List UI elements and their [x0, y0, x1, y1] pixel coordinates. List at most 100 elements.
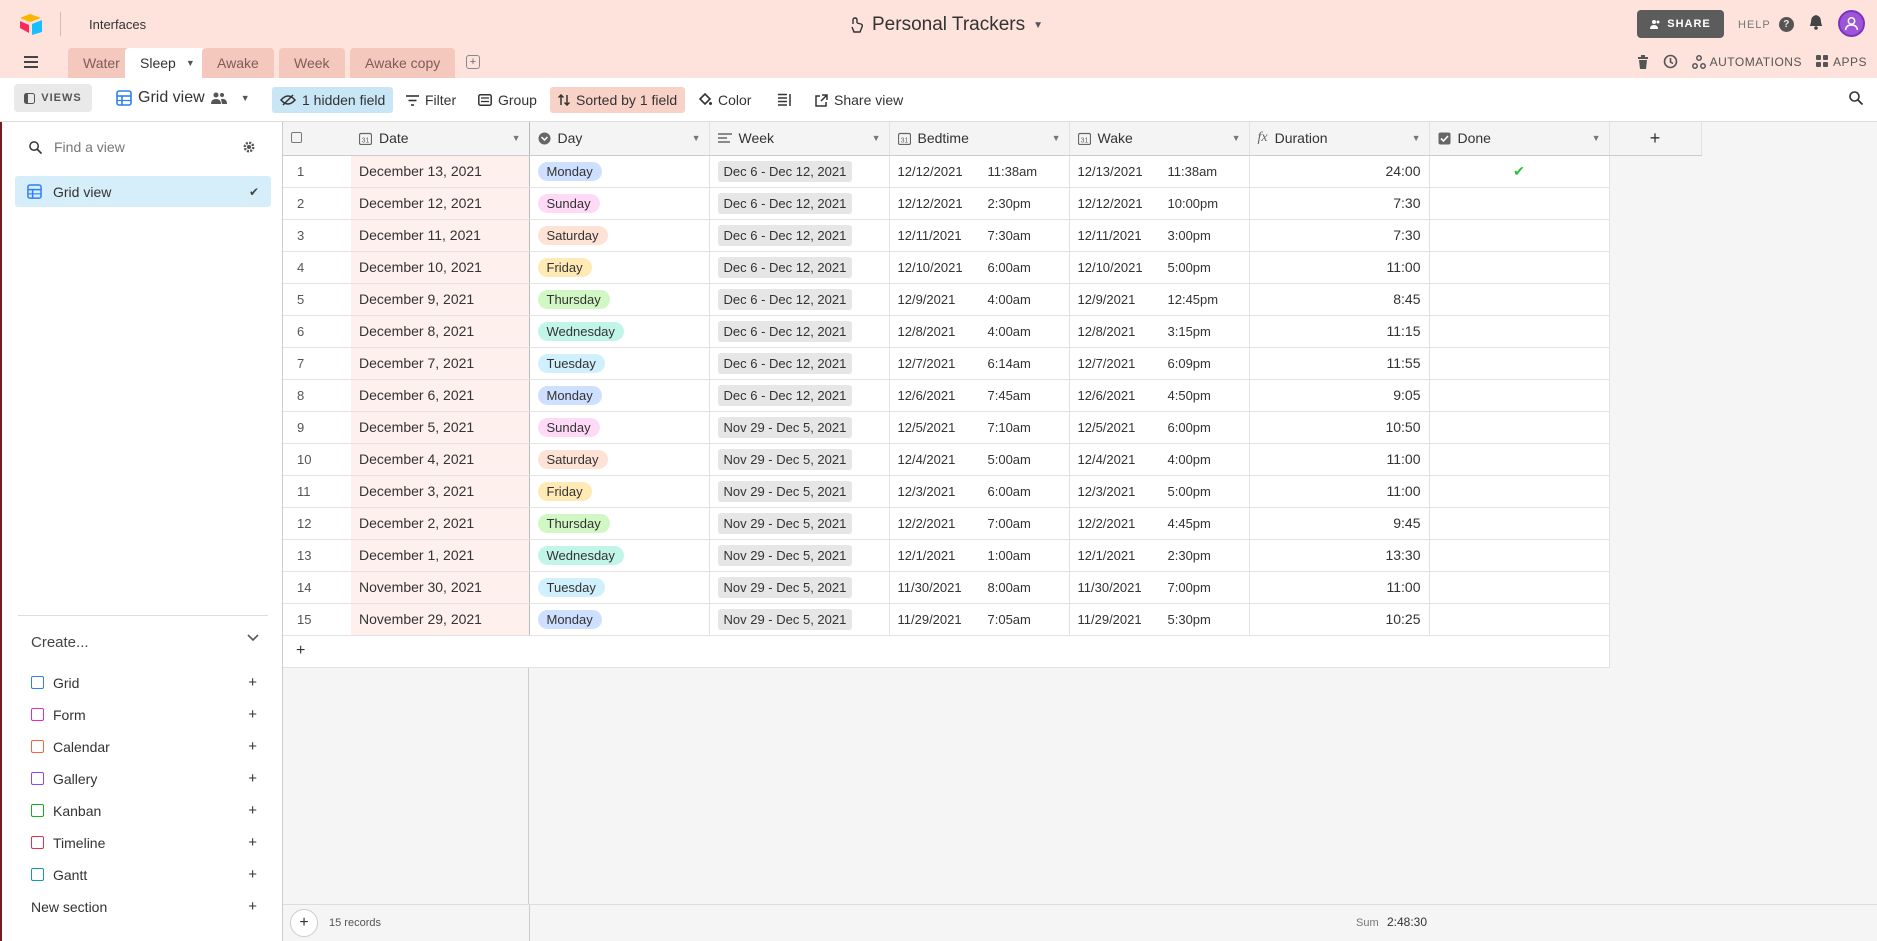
cell-bedtime[interactable]: 12/4/2021 5:00am	[889, 443, 1070, 476]
cell-bedtime[interactable]: 12/3/2021 6:00am	[889, 475, 1070, 508]
table-row[interactable]: 3 December 11, 2021 Saturday Dec 6 - Dec 12…	[283, 219, 1701, 252]
cell-duration[interactable]: 7:30	[1249, 219, 1430, 252]
chevron-down-icon[interactable]: ▼	[186, 58, 195, 68]
add-row-button[interactable]: +	[283, 635, 1610, 668]
cell-done[interactable]	[1429, 571, 1610, 604]
cell-day[interactable]: Monday	[529, 603, 710, 636]
cell-week[interactable]: Dec 6 - Dec 12, 2021	[709, 155, 890, 188]
automations-button[interactable]: AUTOMATIONS	[1691, 55, 1802, 69]
cell-bedtime[interactable]: 12/7/2021 6:14am	[889, 347, 1070, 380]
table-row[interactable]: 5 December 9, 2021 Thursday Dec 6 - Dec 12,…	[283, 283, 1701, 316]
cell-week[interactable]: Nov 29 - Dec 5, 2021	[709, 443, 890, 476]
sort-button[interactable]: Sorted by 1 field	[550, 87, 686, 113]
cell-wake[interactable]: 12/9/2021 12:45pm	[1069, 283, 1250, 316]
cell-date[interactable]: December 7, 2021	[351, 347, 530, 380]
create-form[interactable]: Form +	[31, 706, 257, 723]
cell-duration[interactable]: 8:45	[1249, 283, 1430, 316]
cell-wake[interactable]: 11/29/2021 5:30pm	[1069, 603, 1250, 636]
cell-wake[interactable]: 12/10/2021 5:00pm	[1069, 251, 1250, 284]
cell-bedtime[interactable]: 12/12/2021 2:30pm	[889, 187, 1070, 220]
column-header-wake[interactable]: 31 Wake ▼	[1069, 122, 1250, 156]
bell-icon[interactable]	[1808, 14, 1824, 30]
cell-duration[interactable]: 9:05	[1249, 379, 1430, 412]
cell-done[interactable]	[1429, 283, 1610, 316]
cell-duration[interactable]: 11:15	[1249, 315, 1430, 348]
cell-wake[interactable]: 12/6/2021 4:50pm	[1069, 379, 1250, 412]
add-field-button[interactable]: +	[1609, 122, 1702, 156]
column-header-duration[interactable]: fx Duration ▼	[1249, 122, 1430, 156]
create-gallery[interactable]: Gallery +	[31, 770, 257, 787]
cell-duration[interactable]: 24:00	[1249, 155, 1430, 188]
cell-bedtime[interactable]: 12/10/2021 6:00am	[889, 251, 1070, 284]
select-all-checkbox[interactable]	[291, 132, 302, 144]
cell-week[interactable]: Dec 6 - Dec 12, 2021	[709, 283, 890, 316]
cell-date[interactable]: December 6, 2021	[351, 379, 530, 412]
add-record-button[interactable]: +	[290, 909, 318, 937]
column-header-week[interactable]: Week ▼	[709, 122, 890, 156]
group-button[interactable]: Group	[470, 87, 545, 113]
cell-date[interactable]: December 1, 2021	[351, 539, 530, 572]
table-row[interactable]: 13 December 1, 2021 Wednesday Nov 29 - Dec …	[283, 539, 1701, 572]
cell-done[interactable]	[1429, 603, 1610, 636]
chevron-down-icon[interactable]: ▼	[692, 133, 701, 143]
chevron-down-icon[interactable]: ▼	[872, 133, 881, 143]
create-new-section[interactable]: New section +	[31, 898, 257, 915]
cell-done[interactable]	[1429, 187, 1610, 220]
create-gantt[interactable]: Gantt +	[31, 866, 257, 883]
view-switcher[interactable]: Grid view ▼	[108, 85, 258, 111]
cell-done[interactable]	[1429, 443, 1610, 476]
cell-wake[interactable]: 12/3/2021 5:00pm	[1069, 475, 1250, 508]
chevron-down-icon[interactable]: ▼	[512, 133, 521, 143]
cell-bedtime[interactable]: 11/30/2021 8:00am	[889, 571, 1070, 604]
add-table-button[interactable]: +	[466, 55, 480, 69]
cell-day[interactable]: Saturday	[529, 443, 710, 476]
create-calendar[interactable]: Calendar +	[31, 738, 257, 755]
cell-wake[interactable]: 12/4/2021 4:00pm	[1069, 443, 1250, 476]
cell-bedtime[interactable]: 12/5/2021 7:10am	[889, 411, 1070, 444]
column-header-done[interactable]: Done ▼	[1429, 122, 1610, 156]
cell-day[interactable]: Monday	[529, 379, 710, 412]
cell-bedtime[interactable]: 12/6/2021 7:45am	[889, 379, 1070, 412]
cell-bedtime[interactable]: 12/11/2021 7:30am	[889, 219, 1070, 252]
share-button[interactable]: SHARE	[1637, 10, 1724, 38]
cell-duration[interactable]: 13:30	[1249, 539, 1430, 572]
cell-bedtime[interactable]: 12/12/2021 11:38am	[889, 155, 1070, 188]
cell-done[interactable]	[1429, 475, 1610, 508]
find-view-input[interactable]: Find a view	[54, 139, 125, 155]
history-icon[interactable]	[1663, 54, 1678, 69]
cell-bedtime[interactable]: 12/9/2021 4:00am	[889, 283, 1070, 316]
column-header-day[interactable]: Day ▼	[529, 122, 710, 156]
cell-day[interactable]: Sunday	[529, 187, 710, 220]
cell-duration[interactable]: 10:50	[1249, 411, 1430, 444]
cell-day[interactable]: Wednesday	[529, 315, 710, 348]
column-header-bedtime[interactable]: 31 Bedtime ▼	[889, 122, 1070, 156]
cell-duration[interactable]: 11:00	[1249, 475, 1430, 508]
table-row[interactable]: 1 December 13, 2021 Monday Dec 6 - Dec 12, …	[283, 155, 1701, 188]
cell-wake[interactable]: 11/30/2021 7:00pm	[1069, 571, 1250, 604]
base-title[interactable]: Personal Trackers ▼	[850, 14, 1043, 36]
cell-day[interactable]: Saturday	[529, 219, 710, 252]
cell-day[interactable]: Thursday	[529, 507, 710, 540]
cell-wake[interactable]: 12/7/2021 6:09pm	[1069, 347, 1250, 380]
cell-date[interactable]: December 9, 2021	[351, 283, 530, 316]
duration-summary[interactable]: Sum 2:48:30	[1356, 915, 1427, 929]
chevron-down-icon[interactable]: ▼	[1232, 133, 1241, 143]
chevron-down-icon[interactable]: ▼	[1052, 133, 1061, 143]
trash-icon[interactable]	[1637, 54, 1649, 69]
cell-day[interactable]: Friday	[529, 475, 710, 508]
cell-done[interactable]	[1429, 411, 1610, 444]
table-row[interactable]: 4 December 10, 2021 Friday Dec 6 - Dec 12, …	[283, 251, 1701, 284]
table-row[interactable]: 14 November 30, 2021 Tuesday Nov 29 - Dec 5…	[283, 571, 1701, 604]
apps-button[interactable]: APPS	[1815, 55, 1867, 69]
cell-duration[interactable]: 9:45	[1249, 507, 1430, 540]
cell-date[interactable]: December 2, 2021	[351, 507, 530, 540]
create-timeline[interactable]: Timeline +	[31, 834, 257, 851]
views-toggle-button[interactable]: VIEWS	[14, 84, 92, 112]
cell-done[interactable]	[1429, 347, 1610, 380]
row-height-button[interactable]	[770, 87, 800, 113]
cell-wake[interactable]: 12/13/2021 11:38am	[1069, 155, 1250, 188]
cell-bedtime[interactable]: 11/29/2021 7:05am	[889, 603, 1070, 636]
cell-week[interactable]: Nov 29 - Dec 5, 2021	[709, 507, 890, 540]
chevron-down-icon[interactable]: ▼	[1412, 133, 1421, 143]
cell-done[interactable]	[1429, 379, 1610, 412]
